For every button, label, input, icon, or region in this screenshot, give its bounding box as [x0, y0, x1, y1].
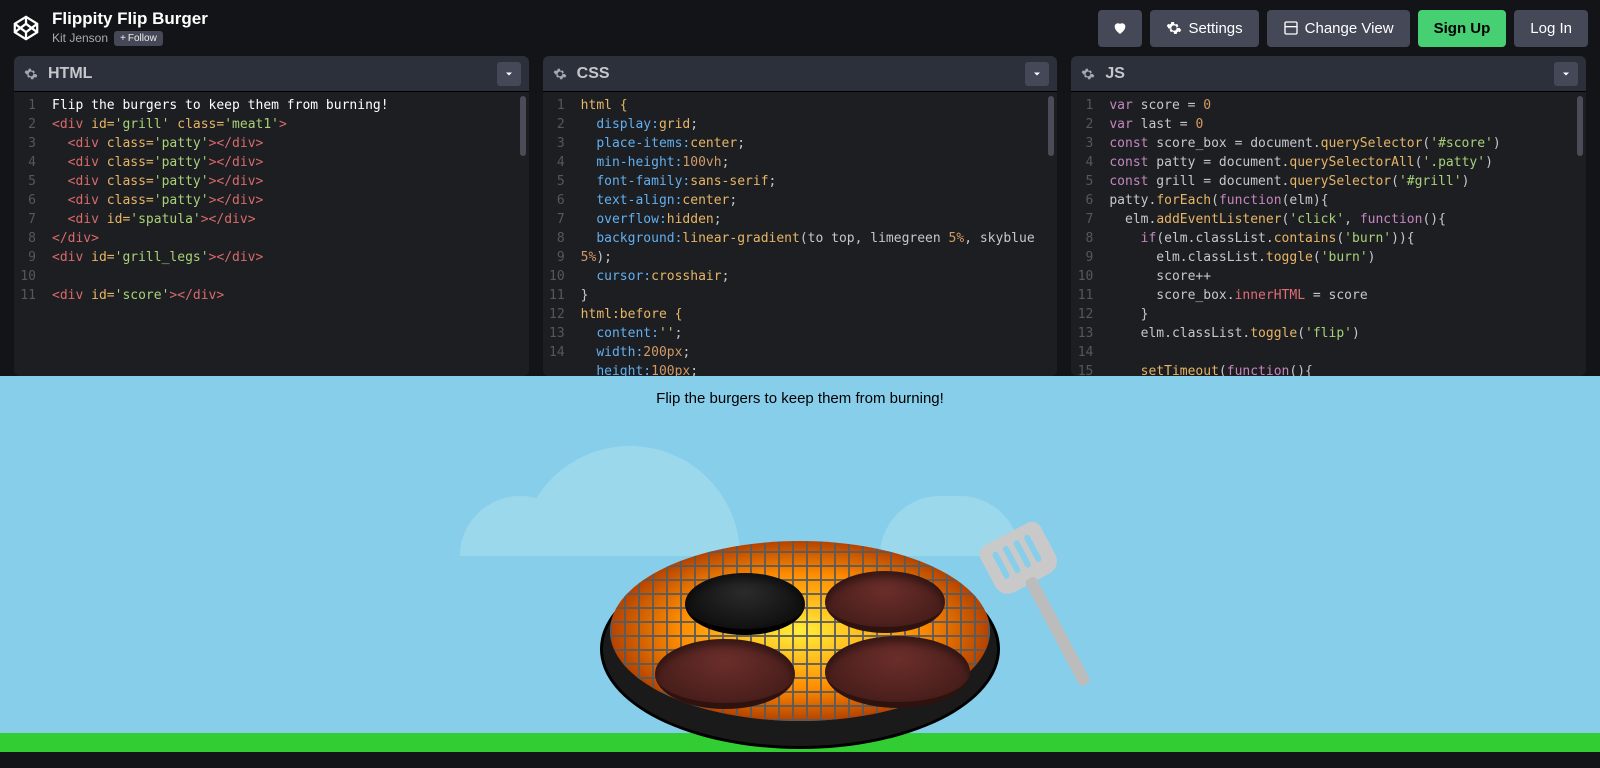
view-icon — [1283, 20, 1299, 36]
patty[interactable] — [685, 573, 805, 635]
login-button[interactable]: Log In — [1514, 10, 1588, 47]
grill — [600, 521, 1000, 752]
scrollbar-thumb[interactable] — [520, 96, 526, 156]
panel-title: HTML — [48, 65, 92, 83]
js-code-editor[interactable]: 123456789101112131415 var score = 0var l… — [1071, 92, 1586, 376]
panel-options-button[interactable] — [1025, 62, 1049, 86]
chevron-down-icon — [1560, 68, 1572, 80]
heart-button[interactable] — [1098, 10, 1142, 47]
gear-icon[interactable] — [553, 67, 567, 81]
settings-button[interactable]: Settings — [1150, 10, 1258, 47]
spatula-handle — [1024, 576, 1091, 688]
html-code-editor[interactable]: 1234567891011 Flip the burgers to keep t… — [14, 92, 529, 376]
gear-icon — [1166, 20, 1182, 36]
title-block: Flippity Flip Burger Kit Jenson + Follow — [52, 10, 208, 46]
follow-button[interactable]: + Follow — [114, 31, 163, 46]
patty[interactable] — [825, 636, 970, 708]
plus-icon: + — [120, 33, 126, 44]
line-gutter: 123456789101112131415 — [1071, 92, 1101, 376]
html-panel-header: HTML — [14, 56, 529, 92]
css-code-editor[interactable]: 1234567891011121314 html { display:grid;… — [543, 92, 1058, 376]
change-view-button[interactable]: Change View — [1267, 10, 1410, 47]
panel-title: JS — [1105, 65, 1125, 83]
line-gutter: 1234567891011 — [14, 92, 44, 376]
pen-title: Flippity Flip Burger — [52, 10, 208, 29]
code-body[interactable]: var score = 0var last = 0const score_box… — [1101, 92, 1586, 376]
code-body[interactable]: Flip the burgers to keep them from burni… — [44, 92, 529, 376]
panel-options-button[interactable] — [1554, 62, 1578, 86]
code-body[interactable]: html { display:grid; place-items:center;… — [573, 92, 1058, 376]
header-left: Flippity Flip Burger Kit Jenson + Follow — [12, 10, 208, 46]
css-panel-header: CSS — [543, 56, 1058, 92]
codepen-logo-icon — [12, 14, 40, 42]
js-panel-header: JS — [1071, 56, 1586, 92]
chevron-down-icon — [1031, 68, 1043, 80]
heart-icon — [1112, 20, 1128, 36]
patty[interactable] — [655, 639, 795, 709]
author-link[interactable]: Kit Jenson — [52, 32, 108, 45]
header: Flippity Flip Burger Kit Jenson + Follow… — [0, 0, 1600, 56]
html-panel: HTML 1234567891011 Flip the burgers to k… — [14, 56, 529, 376]
gear-icon[interactable] — [1081, 67, 1095, 81]
header-right: Settings Change View Sign Up Log In — [1098, 10, 1588, 47]
chevron-down-icon — [503, 68, 515, 80]
patty[interactable] — [825, 571, 945, 633]
preview-pane[interactable]: Flip the burgers to keep them from burni… — [0, 376, 1600, 752]
gear-icon[interactable] — [24, 67, 38, 81]
js-panel: JS 123456789101112131415 var score = 0va… — [1071, 56, 1586, 376]
byline: Kit Jenson + Follow — [52, 31, 208, 46]
signup-button[interactable]: Sign Up — [1418, 10, 1507, 47]
css-panel: CSS 1234567891011121314 html { display:g… — [543, 56, 1058, 376]
panel-title: CSS — [577, 65, 610, 83]
scrollbar-thumb[interactable] — [1048, 96, 1054, 156]
panel-options-button[interactable] — [497, 62, 521, 86]
scrollbar-thumb[interactable] — [1577, 96, 1583, 156]
instruction-text: Flip the burgers to keep them from burni… — [0, 376, 1600, 407]
editors-row: HTML 1234567891011 Flip the burgers to k… — [0, 56, 1600, 376]
line-gutter: 1234567891011121314 — [543, 92, 573, 376]
